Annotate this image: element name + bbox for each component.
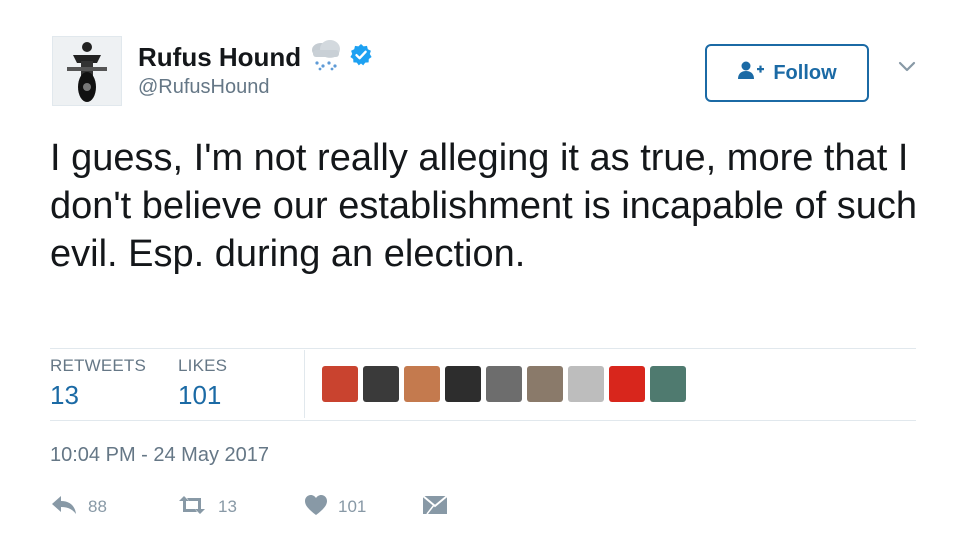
- stats-separator: [304, 350, 305, 418]
- liker-avatar[interactable]: [609, 366, 645, 402]
- liker-avatar[interactable]: [404, 366, 440, 402]
- display-name[interactable]: Rufus Hound: [138, 42, 301, 73]
- snow-cloud-icon: [307, 38, 343, 77]
- likes-count: 101: [178, 380, 222, 410]
- chevron-down-icon[interactable]: [898, 60, 916, 78]
- reply-button[interactable]: 88: [50, 490, 107, 524]
- liker-avatar[interactable]: [445, 366, 481, 402]
- liker-avatar[interactable]: [363, 366, 399, 402]
- retweet-button[interactable]: 13: [176, 490, 237, 524]
- tweet-timestamp[interactable]: 10:04 PM - 24 May 2017: [50, 444, 269, 467]
- liker-avatars: [322, 366, 686, 402]
- like-count: 101: [338, 497, 367, 516]
- likes-stat[interactable]: LIKES 101: [178, 356, 227, 411]
- liker-avatar[interactable]: [527, 366, 563, 402]
- divider: [50, 420, 916, 421]
- likes-label: LIKES: [178, 356, 228, 375]
- avatar[interactable]: [52, 36, 122, 106]
- liker-avatar[interactable]: [322, 366, 358, 402]
- author-name-row: Rufus Hound: [138, 38, 373, 77]
- liker-avatar[interactable]: [486, 366, 522, 402]
- reply-icon: [50, 494, 78, 521]
- follow-button[interactable]: Follow: [705, 44, 869, 102]
- user-handle[interactable]: @RufusHound: [138, 76, 269, 99]
- like-button[interactable]: 101: [304, 490, 366, 524]
- divider: [50, 348, 916, 349]
- add-user-icon: [737, 60, 765, 86]
- reply-count: 88: [88, 497, 107, 516]
- retweets-label: RETWEETS: [50, 356, 147, 375]
- follow-button-label: Follow: [773, 61, 837, 84]
- retweets-count: 13: [50, 380, 79, 410]
- heart-icon: [304, 494, 328, 521]
- liker-avatar[interactable]: [650, 366, 686, 402]
- tweet-text: I guess, I'm not really alleging it as t…: [50, 137, 918, 275]
- liker-avatar[interactable]: [568, 366, 604, 402]
- verified-badge-icon: [349, 43, 373, 72]
- retweet-icon: [176, 494, 208, 521]
- retweets-stat[interactable]: RETWEETS 13: [50, 356, 146, 411]
- retweet-count: 13: [218, 497, 237, 516]
- envelope-icon: [422, 494, 448, 521]
- direct-message-button[interactable]: [422, 490, 448, 524]
- motorcycle-rider-avatar: [53, 37, 121, 105]
